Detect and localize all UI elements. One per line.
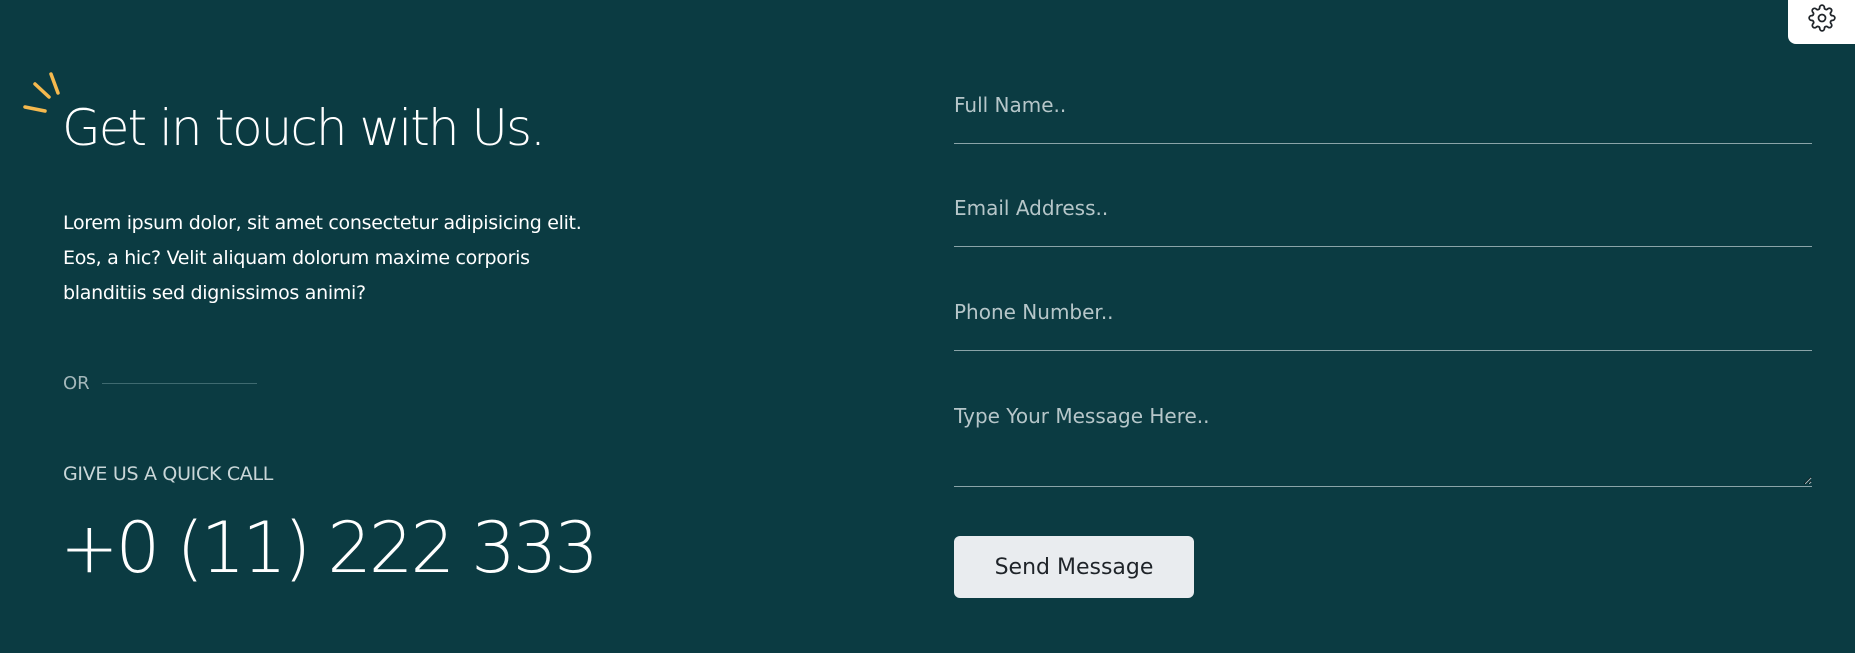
phone-number: +0 (11) 222 333 — [60, 507, 599, 589]
call-label: GIVE US A QUICK CALL — [63, 463, 274, 485]
gear-icon — [1807, 4, 1836, 32]
message-textarea[interactable] — [954, 400, 1812, 485]
phone-field-wrapper — [954, 295, 1812, 351]
or-divider: OR — [63, 373, 257, 394]
send-message-button[interactable]: Send Message — [954, 536, 1194, 598]
email-input[interactable] — [954, 191, 1812, 225]
phone-input[interactable] — [954, 295, 1812, 329]
page-title: Get in touch with Us. — [62, 99, 546, 157]
message-field-wrapper — [954, 400, 1812, 487]
or-label: OR — [63, 373, 90, 394]
email-field-wrapper — [954, 191, 1812, 247]
settings-button[interactable] — [1788, 0, 1855, 44]
full-name-field-wrapper — [954, 88, 1812, 144]
description-line: Eos, a hic? Velit aliquam dolorum maxime… — [63, 247, 530, 269]
divider-line — [101, 383, 257, 384]
sparkle-icon — [22, 70, 64, 120]
description-line: blanditiis sed dignissimos animi? — [63, 282, 366, 304]
contact-description: Lorem ipsum dolor, sit amet consectetur … — [63, 206, 663, 311]
full-name-input[interactable] — [954, 88, 1812, 122]
description-line: Lorem ipsum dolor, sit amet consectetur … — [63, 212, 582, 234]
